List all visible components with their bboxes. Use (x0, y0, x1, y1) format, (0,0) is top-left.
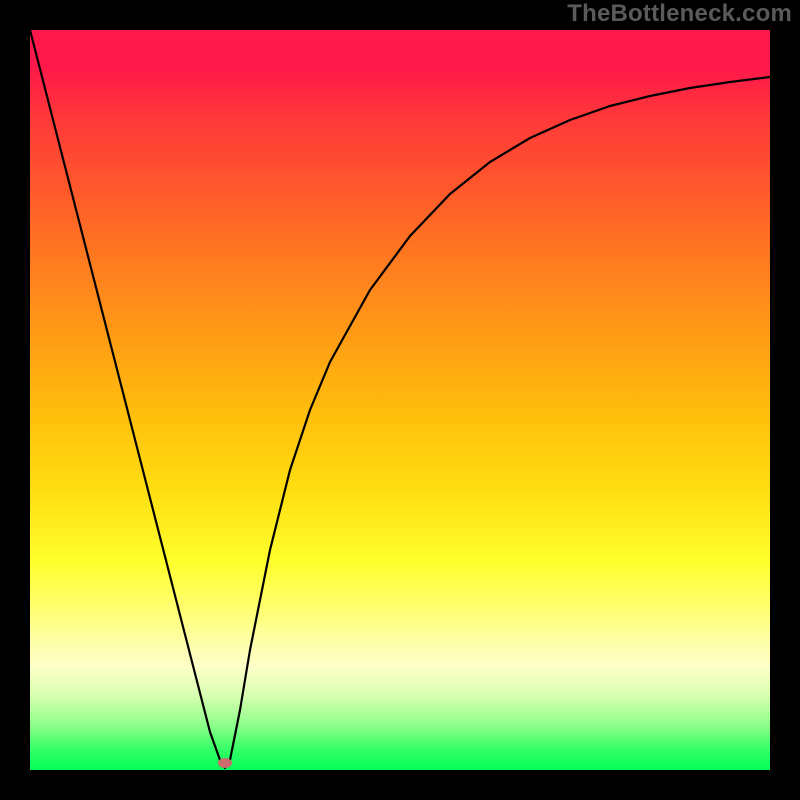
watermark-text: TheBottleneck.com (567, 0, 792, 28)
plot-area (30, 30, 770, 770)
minimum-marker-icon (218, 758, 232, 768)
chart-frame: TheBottleneck.com (0, 0, 800, 800)
bottleneck-curve (30, 30, 770, 770)
